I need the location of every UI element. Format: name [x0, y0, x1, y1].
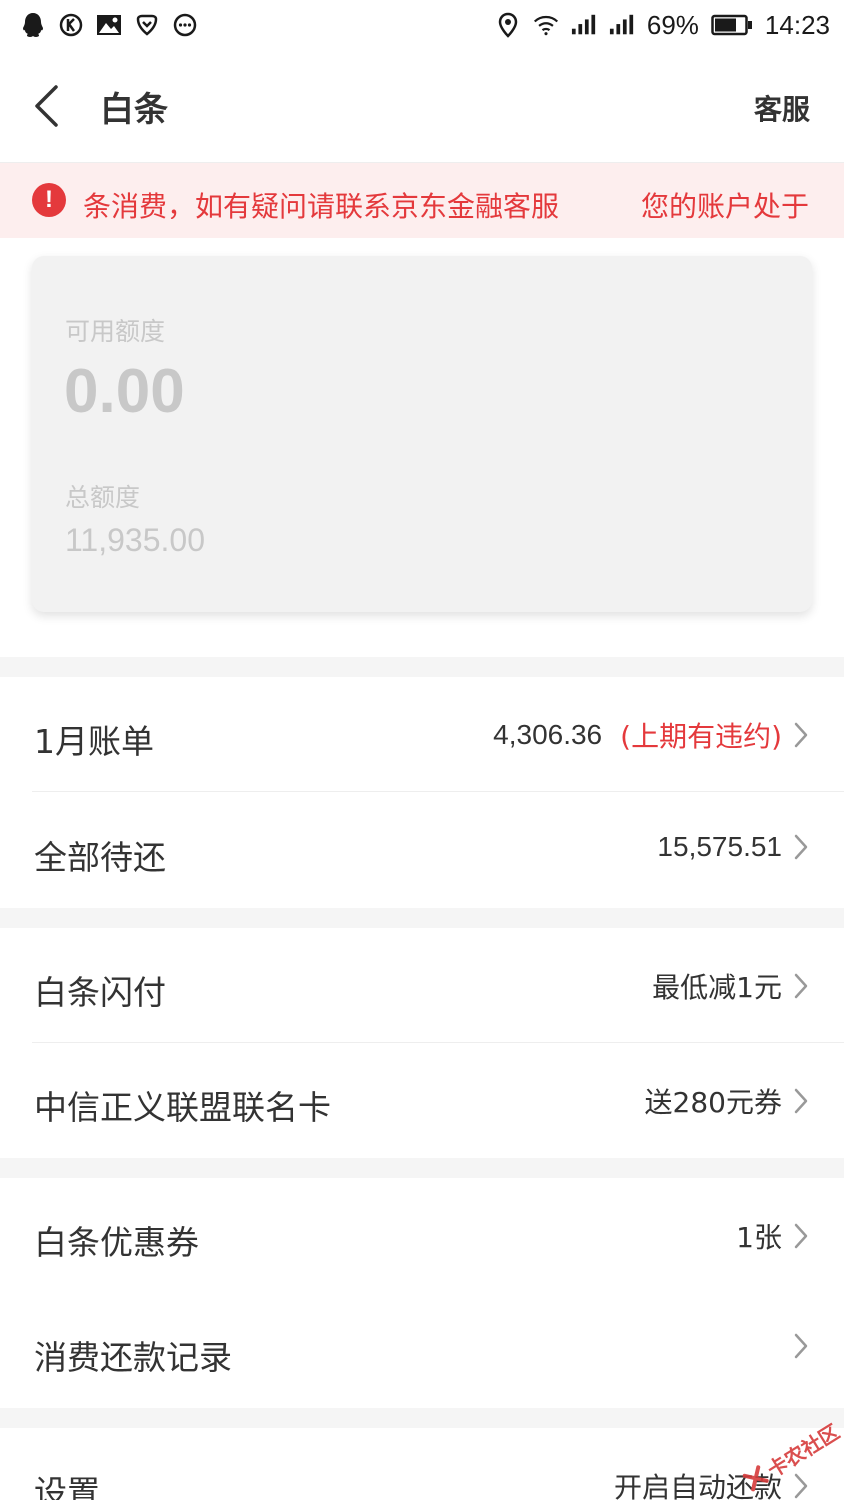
- outstanding-amount: 15,575.51: [657, 831, 782, 862]
- total-credit-amount: 11,935.00: [65, 522, 205, 558]
- signal-icon-2: [609, 12, 635, 38]
- default-warning: (上期有违约): [620, 720, 782, 753]
- quick-pay-promo: 最低减1元: [652, 971, 782, 1004]
- coupon-count: 1张: [736, 1221, 782, 1254]
- row-label: 中信正义联盟联名卡: [34, 1088, 331, 1127]
- row-right: 送280元券: [645, 1081, 810, 1121]
- row-label: 消费还款记录: [34, 1338, 232, 1377]
- status-right-icons: 69% 14:23: [495, 10, 830, 41]
- wifi-icon: [533, 12, 559, 38]
- row-label: 全部待还: [34, 838, 166, 877]
- row-divider: [32, 791, 844, 792]
- status-time: 14:23: [764, 9, 830, 40]
- page-title: 白条: [100, 90, 168, 130]
- customer-service-button[interactable]: 客服: [754, 88, 810, 128]
- more-dots-icon: [172, 12, 198, 38]
- alert-message-continued: 您的账户处于: [641, 190, 810, 219]
- status-bar: 69% 14:23: [0, 0, 844, 50]
- row-transaction-history[interactable]: 消费还款记录: [0, 1293, 844, 1408]
- chevron-right-icon: [794, 720, 810, 750]
- battery-icon: [711, 12, 753, 38]
- chevron-left-icon: [35, 85, 58, 127]
- row-label: 1月账单: [34, 722, 154, 761]
- card-promo: 送280元券: [644, 1086, 782, 1119]
- row-coupons[interactable]: 白条优惠券 1张: [0, 1178, 844, 1293]
- row-right: [794, 1331, 810, 1361]
- section-divider: [0, 1158, 844, 1178]
- alert-icon: !: [32, 183, 66, 217]
- back-button[interactable]: [26, 80, 66, 132]
- row-right: 1张: [736, 1216, 810, 1256]
- row-label: 白条优惠券: [34, 1223, 199, 1262]
- row-label: 白条闪付: [34, 973, 166, 1012]
- chevron-right-icon: [794, 971, 810, 1001]
- section-divider: [0, 657, 844, 677]
- row-right: 15,575.51: [657, 831, 810, 863]
- row-quick-pay[interactable]: 白条闪付 最低减1元: [0, 928, 844, 1043]
- battery-percent: 69%: [646, 9, 699, 40]
- image-icon: [96, 12, 122, 38]
- available-credit-label: 可用额度: [65, 317, 166, 346]
- row-monthly-bill[interactable]: 1月账单 4,306.36 (上期有违约): [0, 677, 844, 792]
- status-left-icons: [20, 12, 198, 38]
- alert-message: 条消费，如有疑问请联系京东金融客服: [83, 190, 560, 219]
- k-app-icon: [58, 12, 84, 38]
- chevron-right-icon: [794, 1086, 810, 1116]
- row-settings[interactable]: 设置 开启自动还款: [0, 1428, 844, 1500]
- row-right: 最低减1元: [652, 966, 810, 1006]
- total-credit-label: 总额度: [65, 483, 141, 512]
- location-icon: [495, 12, 521, 38]
- row-label: 设置: [34, 1473, 100, 1500]
- alert-text: 条消费，如有疑问请联系京东金融客服 您的账户处于: [83, 185, 811, 219]
- credit-limit-card: 可用额度 0.00 总额度 11,935.00: [32, 256, 812, 612]
- bill-amount: 4,306.36: [493, 719, 603, 750]
- qq-icon: [20, 12, 46, 38]
- available-credit-amount: 0.00: [64, 357, 185, 426]
- chevron-right-icon: [794, 1221, 810, 1251]
- alert-banner[interactable]: ! 条消费，如有疑问请联系京东金融客服 您的账户处于: [0, 163, 844, 238]
- chevron-right-icon: [794, 1331, 810, 1361]
- section-divider: [0, 908, 844, 928]
- row-right: 4,306.36 (上期有违约): [493, 715, 810, 755]
- shield-heart-icon: [134, 12, 160, 38]
- signal-icon: [571, 12, 597, 38]
- row-total-outstanding[interactable]: 全部待还 15,575.51: [0, 793, 844, 908]
- nav-bar: 白条 客服: [0, 50, 844, 163]
- row-cobranded-card[interactable]: 中信正义联盟联名卡 送280元券: [0, 1043, 844, 1158]
- chevron-right-icon: [794, 832, 810, 862]
- section-divider: [0, 1408, 844, 1428]
